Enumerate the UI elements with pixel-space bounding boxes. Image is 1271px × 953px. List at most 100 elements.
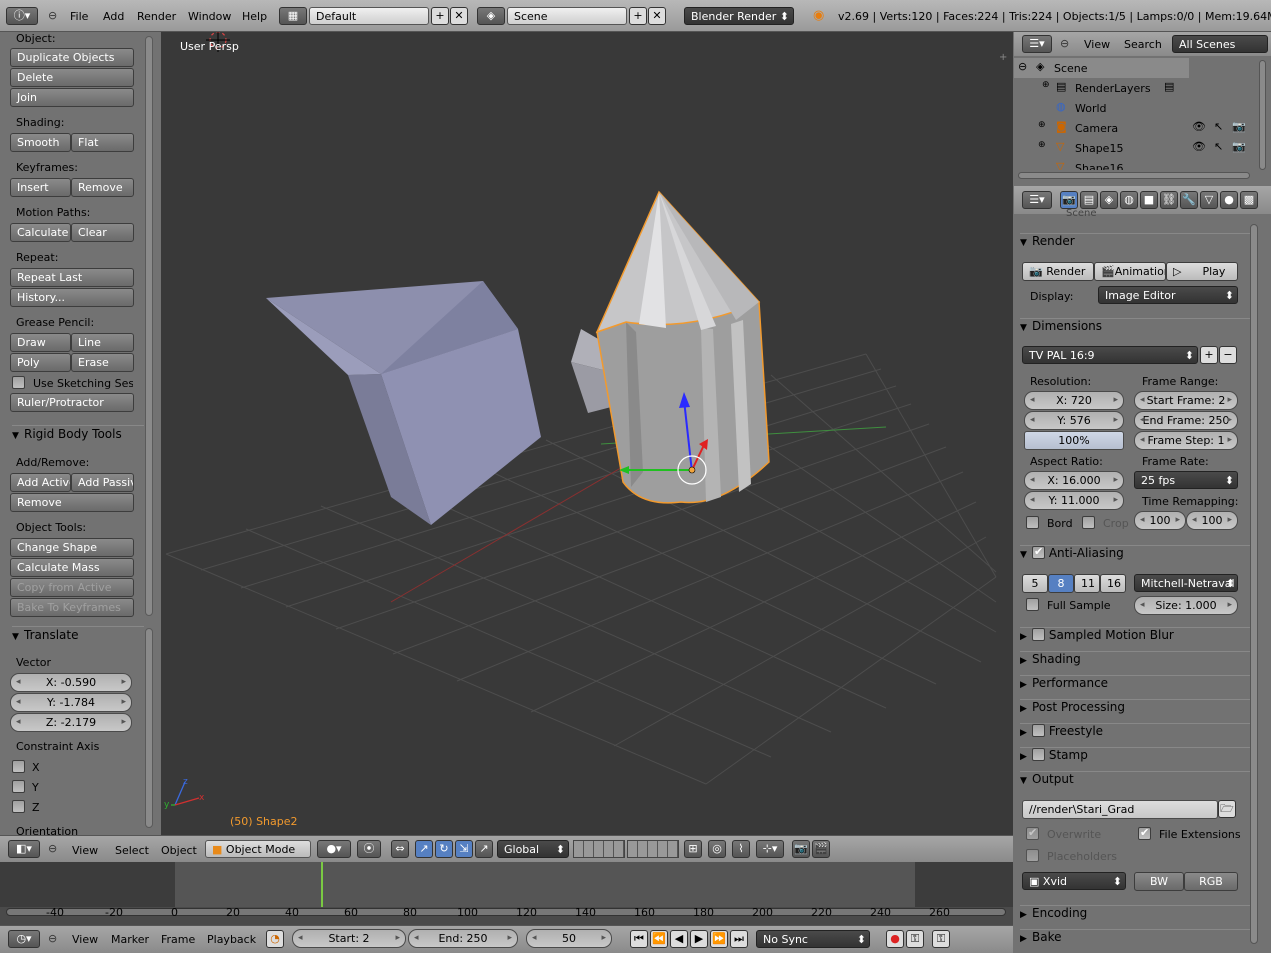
resolution-x-field[interactable]: ◂ X: 720 ▸ xyxy=(1024,391,1124,410)
preview-range-icon[interactable]: ◔ xyxy=(266,930,284,948)
outliner-h-scrollbar[interactable] xyxy=(1018,172,1250,179)
collapse-menu-icon[interactable]: ⊖ xyxy=(48,932,57,945)
render-layers-tab-icon[interactable]: ▤ xyxy=(1080,191,1098,209)
select-arrow-icon[interactable]: ↖ xyxy=(1214,140,1223,153)
layer-lock-icon[interactable]: ⊞ xyxy=(684,840,702,858)
fps-dropdown[interactable]: 25 fps ⬍ xyxy=(1134,471,1238,489)
render-button[interactable]: 📷 Render xyxy=(1022,262,1094,281)
visibility-eye-icon[interactable]: 👁 xyxy=(1192,120,1206,133)
output-path-field[interactable]: //render\Stari_Grad xyxy=(1022,800,1218,819)
frame-step-field[interactable]: ◂ Frame Step: 1 ▸ xyxy=(1134,431,1238,450)
add-passive-button[interactable]: Add Passiv xyxy=(71,473,134,492)
layers-grid-b[interactable] xyxy=(627,840,679,858)
menu-add[interactable]: Add xyxy=(103,10,124,23)
render-tab-icon[interactable]: 📷 xyxy=(1060,191,1078,209)
dimensions-panel-header[interactable]: ▼ Dimensions xyxy=(1020,318,1256,340)
menu-view[interactable]: View xyxy=(72,844,98,857)
collapse-menu-icon[interactable]: ⊖ xyxy=(48,842,57,855)
rotate-manipulator-icon[interactable]: ↻ xyxy=(435,840,453,858)
prev-keyframe-icon[interactable]: ⏪ xyxy=(650,930,668,948)
aa-sample-8[interactable]: 8 xyxy=(1048,574,1074,593)
aa-sample-11[interactable]: 11 xyxy=(1074,574,1100,593)
rigid-remove-button[interactable]: Remove xyxy=(10,493,134,512)
screen-layout-dropdown[interactable]: Default xyxy=(309,7,429,25)
copy-from-active-button[interactable]: Copy from Active xyxy=(10,578,134,597)
duplicate-objects-button[interactable]: Duplicate Objects xyxy=(10,48,134,67)
menu-help[interactable]: Help xyxy=(242,10,267,23)
add-active-button[interactable]: Add Active xyxy=(10,473,71,492)
current-frame-field[interactable]: ◂ 50 ▸ xyxy=(526,929,612,948)
menu-frame[interactable]: Frame xyxy=(161,933,195,946)
layers-grid-a[interactable] xyxy=(573,840,625,858)
ruler-protractor-button[interactable]: Ruler/Protractor xyxy=(10,393,134,412)
bake-panel-header[interactable]: ▶ Bake xyxy=(1020,929,1256,951)
menu-file[interactable]: File xyxy=(70,10,88,23)
menu-object[interactable]: Object xyxy=(161,844,197,857)
tool-shelf-scrollbar[interactable] xyxy=(145,36,153,616)
calculate-paths-button[interactable]: Calculate xyxy=(10,223,71,242)
translate-z-field[interactable]: ◂ Z: -2.179 ▸ xyxy=(10,713,132,732)
filter-size-field[interactable]: ◂ Size: 1.000 ▸ xyxy=(1134,596,1238,615)
properties-scrollbar[interactable] xyxy=(1250,224,1258,944)
remap-old-field[interactable]: ◂ 100 ▸ xyxy=(1134,511,1186,530)
outliner-row-world[interactable]: ◍ World xyxy=(1014,98,1254,118)
sync-mode-dropdown[interactable]: No Sync ⬍ xyxy=(756,930,870,948)
draw-button[interactable]: Draw xyxy=(10,333,71,352)
sketching-session-checkbox[interactable] xyxy=(12,376,25,389)
expand-icon[interactable]: ⊕ xyxy=(1038,120,1046,130)
smooth-button[interactable]: Smooth xyxy=(10,133,71,152)
outliner-menu-view[interactable]: View xyxy=(1084,38,1110,51)
render-panel-header[interactable]: ▼ Render xyxy=(1020,233,1256,255)
poly-button[interactable]: Poly xyxy=(10,353,71,372)
output-panel-header[interactable]: ▼ Output xyxy=(1020,771,1256,793)
render-toggle-icon[interactable]: 📷 xyxy=(1232,140,1246,153)
editor-type-icon[interactable]: ◧▾ xyxy=(8,840,40,858)
screen-layout-icon[interactable]: ▦ xyxy=(279,7,307,25)
scale-manipulator-icon[interactable]: ⇲ xyxy=(455,840,473,858)
remove-scene-icon[interactable]: ✕ xyxy=(648,7,666,25)
3d-viewport[interactable]: z y x User Persp (50) Shape2 + xyxy=(161,32,1013,835)
outliner-row-camera[interactable]: ⊕ ◙ Camera 👁 ↖ 📷 xyxy=(1014,118,1254,138)
shading-panel-header[interactable]: ▶ Shading xyxy=(1020,651,1256,673)
operator-panel-scrollbar[interactable] xyxy=(145,628,153,828)
info-editor-type-icon[interactable]: ⓘ▾ xyxy=(6,7,38,25)
collapse-menu-icon[interactable]: ⊖ xyxy=(48,9,57,22)
play-button[interactable]: ▷ Play xyxy=(1166,262,1238,281)
expand-icon[interactable]: ⊕ xyxy=(1042,80,1050,90)
current-frame-line[interactable] xyxy=(321,862,323,907)
aa-sample-16[interactable]: 16 xyxy=(1100,574,1126,593)
snap-toggle-icon[interactable]: ⌇ xyxy=(732,840,750,858)
repeat-last-button[interactable]: Repeat Last xyxy=(10,268,134,287)
change-shape-button[interactable]: Change Shape xyxy=(10,538,134,557)
constraint-y-checkbox[interactable] xyxy=(12,780,25,793)
scene-tab-icon[interactable]: ◈ xyxy=(1100,191,1118,209)
visibility-eye-icon[interactable]: 👁 xyxy=(1192,140,1206,153)
remove-screen-icon[interactable]: ✕ xyxy=(450,7,468,25)
post-processing-panel-header[interactable]: ▶ Post Processing xyxy=(1020,699,1256,721)
history-button[interactable]: History... xyxy=(10,288,134,307)
end-frame-field[interactable]: ◂ End: 250 ▸ xyxy=(408,929,518,948)
encoding-panel-header[interactable]: ▶ Encoding xyxy=(1020,905,1256,927)
bw-button[interactable]: BW xyxy=(1134,872,1184,891)
full-sample-checkbox[interactable] xyxy=(1026,598,1039,611)
outliner-v-scrollbar[interactable] xyxy=(1259,60,1266,170)
record-icon[interactable]: ● xyxy=(886,930,904,948)
timeline-scrollbar[interactable] xyxy=(6,908,1006,916)
shading-mode-icon[interactable]: ●▾ xyxy=(317,840,351,858)
next-keyframe-icon[interactable]: ⏩ xyxy=(710,930,728,948)
constraint-z-checkbox[interactable] xyxy=(12,800,25,813)
constraint-x-checkbox[interactable] xyxy=(12,760,25,773)
anti-aliasing-checkbox[interactable] xyxy=(1032,545,1045,559)
end-frame-field[interactable]: ◂ End Frame: 250 ▸ xyxy=(1134,411,1238,430)
add-scene-icon[interactable]: + xyxy=(629,7,647,25)
resolution-y-field[interactable]: ◂ Y: 576 ▸ xyxy=(1024,411,1124,430)
data-tab-icon[interactable]: ▽ xyxy=(1200,191,1218,209)
overwrite-checkbox[interactable] xyxy=(1026,826,1039,840)
viewport-scene[interactable]: z y x xyxy=(161,32,1013,835)
modifiers-tab-icon[interactable]: 🔧 xyxy=(1180,191,1198,209)
anti-aliasing-panel-header[interactable]: ▼ Anti-Aliasing xyxy=(1020,545,1256,567)
motion-blur-panel-header[interactable]: ▶ Sampled Motion Blur xyxy=(1020,627,1256,649)
outliner-row-scene[interactable]: ⊖ ◈ Scene xyxy=(1014,58,1189,78)
file-extensions-checkbox[interactable] xyxy=(1138,826,1151,840)
placeholders-checkbox[interactable] xyxy=(1026,849,1039,862)
